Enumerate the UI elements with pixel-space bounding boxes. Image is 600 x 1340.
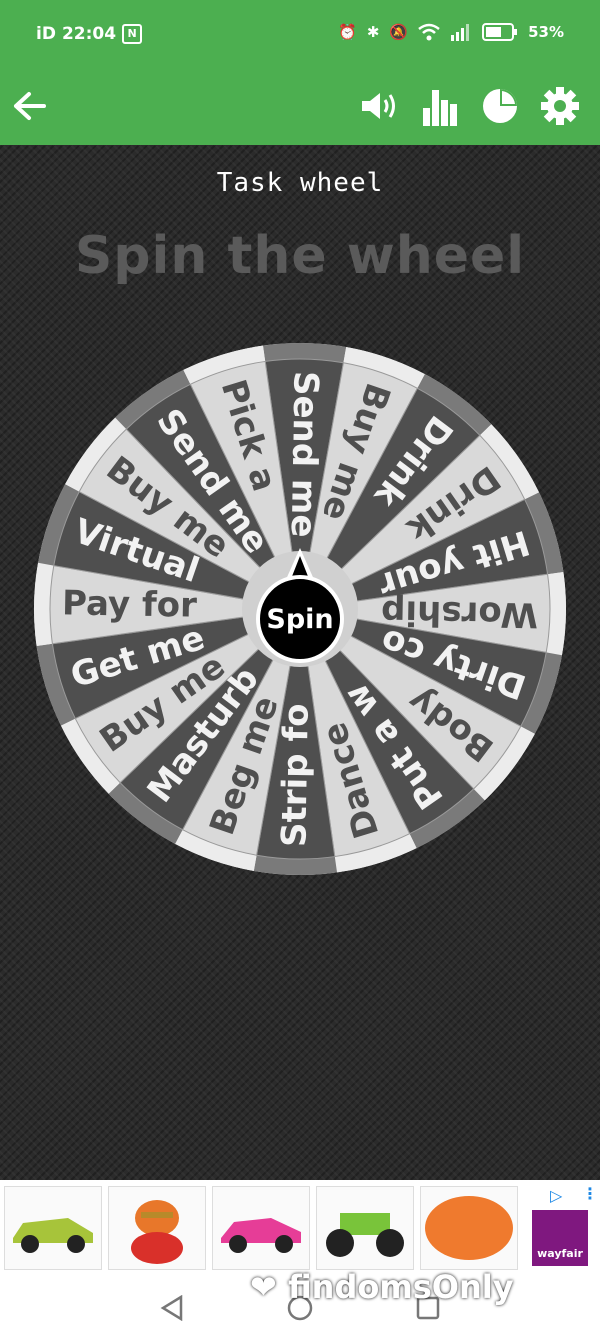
status-bar: iD 22:04 N ⏰ ✱ 🔕 53% xyxy=(0,0,600,68)
wifi-icon xyxy=(418,23,440,41)
spin-button[interactable]: Spin xyxy=(256,575,344,663)
ad-product-car-pink[interactable] xyxy=(212,1186,310,1270)
signal-icon xyxy=(451,24,470,41)
toy-car-icon xyxy=(13,1218,93,1253)
pie-button[interactable] xyxy=(474,80,526,132)
carrier-label: iD xyxy=(36,24,56,44)
battery-percent: 53% xyxy=(528,23,564,41)
pie-chart-icon xyxy=(483,89,517,123)
wheel-title: Task wheel xyxy=(216,168,384,198)
triangle-back-icon xyxy=(160,1295,183,1321)
volume-icon xyxy=(362,93,395,119)
status-right: ⏰ ✱ 🔕 53% xyxy=(338,22,564,42)
heart-icon: ❤ xyxy=(250,1268,277,1306)
gear-icon xyxy=(541,87,579,125)
bar-chart-icon xyxy=(423,90,457,126)
status-left: iD 22:04 N xyxy=(36,24,143,44)
toy-quad-icon xyxy=(326,1213,404,1257)
watermark-text: findomsOnly xyxy=(287,1268,514,1306)
stats-button[interactable] xyxy=(414,80,466,132)
wheel-segment-label: Strip fo xyxy=(274,703,316,847)
ad-product-quad[interactable] xyxy=(316,1186,414,1270)
ad-choices-icon[interactable]: ▷ xyxy=(550,1186,562,1205)
bluetooth-icon: ✱ xyxy=(366,23,380,41)
settings-button[interactable] xyxy=(534,80,586,132)
wheel-segment-label: Pay for xyxy=(62,583,198,625)
alarm-icon: ⏰ xyxy=(338,23,357,41)
ad-more-icon[interactable]: ⋮ xyxy=(582,1184,598,1203)
toy-car-icon xyxy=(221,1218,301,1253)
nfc-icon: N xyxy=(122,24,143,44)
arrow-left-icon xyxy=(14,92,46,120)
app-bar: iD 22:04 N ⏰ ✱ 🔕 53% xyxy=(0,0,600,145)
battery-icon xyxy=(482,23,518,41)
ad-product-bulldog[interactable] xyxy=(108,1186,206,1270)
back-button[interactable] xyxy=(4,80,56,132)
round-rug-icon xyxy=(425,1196,513,1260)
wayfair-logo[interactable]: wayfair xyxy=(532,1210,588,1266)
wheel-subtitle: Spin the wheel xyxy=(74,226,526,286)
watermark: ❤ findomsOnly xyxy=(250,1268,514,1306)
bulldog-statue-icon xyxy=(131,1200,183,1264)
wayfair-brand-text: wayfair xyxy=(537,1247,583,1260)
mute-icon: 🔕 xyxy=(389,23,409,41)
ad-banner[interactable]: ▷ ⋮ wayfair xyxy=(0,1180,600,1276)
toolbar xyxy=(0,68,600,145)
nav-back-button[interactable] xyxy=(152,1288,192,1328)
sound-button[interactable] xyxy=(354,80,406,132)
clock: 22:04 xyxy=(61,24,117,44)
ad-product-rug[interactable] xyxy=(420,1186,518,1270)
ad-product-car-green[interactable] xyxy=(4,1186,102,1270)
